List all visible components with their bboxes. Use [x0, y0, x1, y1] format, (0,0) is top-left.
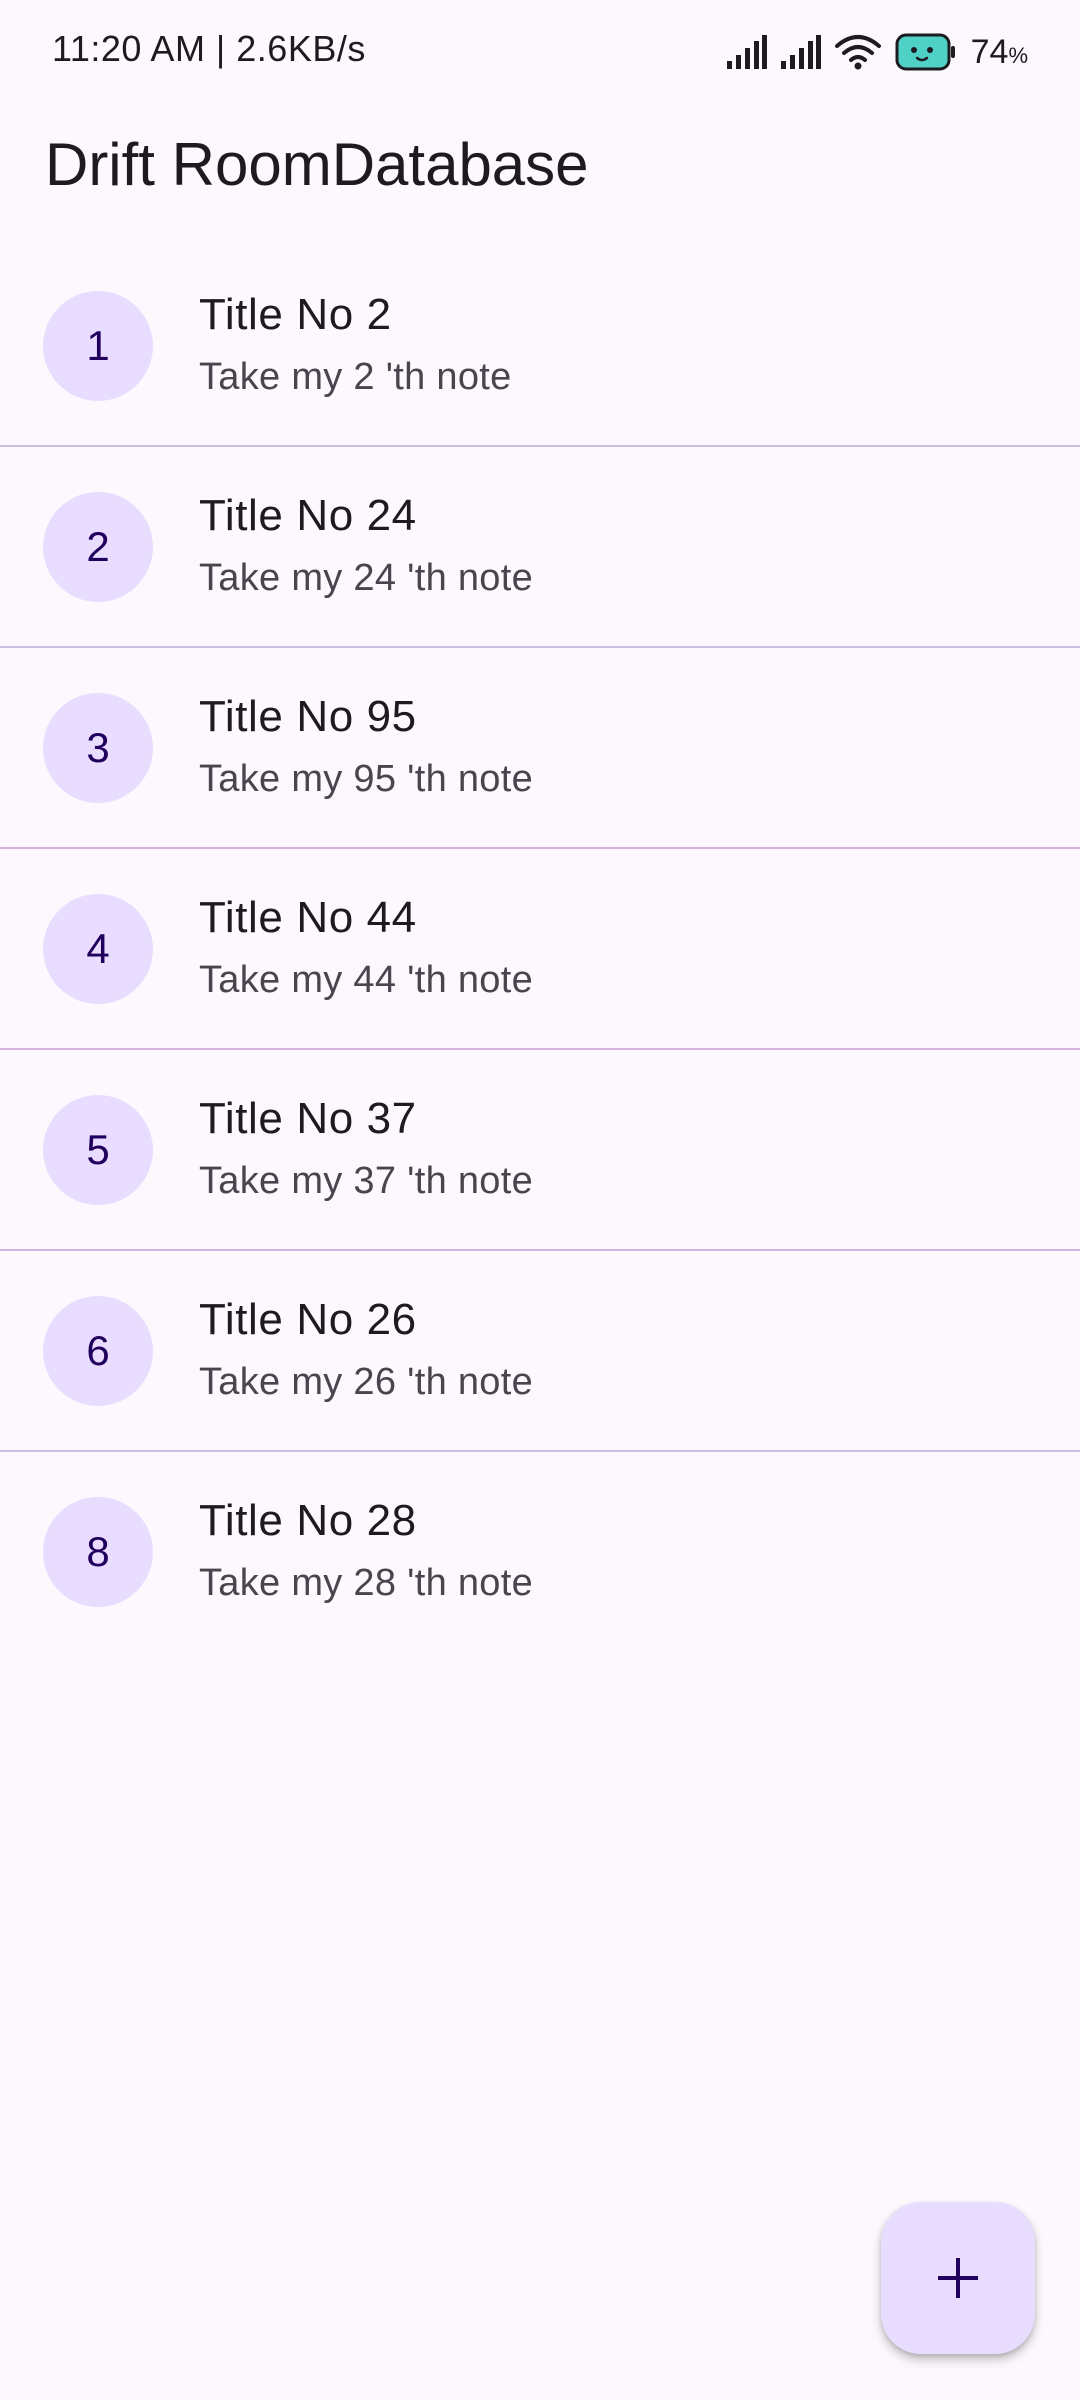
note-index-avatar: 4: [43, 894, 153, 1004]
note-index-avatar: 8: [43, 1497, 153, 1607]
note-list-item[interactable]: 8 Title No 28 Take my 28 'th note: [0, 1452, 1080, 1651]
note-title: Title No 28: [199, 1496, 417, 1545]
note-title: Title No 2: [199, 290, 392, 339]
status-bar: 11:20 AM | 2.6KB/s 74%: [0, 0, 1080, 100]
note-index-avatar: 2: [43, 492, 153, 602]
note-index-avatar: 3: [43, 693, 153, 803]
status-time: 11:20 AM | 2.6KB/s: [52, 28, 366, 69]
note-title: Title No 26: [199, 1295, 417, 1344]
note-index-avatar: 1: [43, 291, 153, 401]
note-title: Title No 95: [199, 692, 417, 741]
note-list-item[interactable]: 4 Title No 44 Take my 44 'th note: [0, 849, 1080, 1050]
battery-percentage: 74%: [970, 32, 1028, 71]
add-note-button[interactable]: [881, 2202, 1035, 2354]
cellular-signal-icon: [726, 35, 767, 69]
note-subtitle: Take my 95 'th note: [199, 758, 534, 800]
note-list-item[interactable]: 3 Title No 95 Take my 95 'th note: [0, 648, 1080, 849]
note-subtitle: Take my 26 'th note: [199, 1361, 534, 1403]
wifi-icon: [834, 35, 881, 70]
status-icons: 74%: [726, 28, 1028, 76]
note-subtitle: Take my 24 'th note: [199, 557, 534, 599]
cellular-signal-icon: [780, 35, 821, 69]
note-title: Title No 44: [199, 893, 417, 942]
note-title: Title No 37: [199, 1094, 417, 1143]
note-title: Title No 24: [199, 491, 417, 540]
note-list-item[interactable]: 1 Title No 2 Take my 2 'th note: [0, 246, 1080, 447]
note-list-item[interactable]: 6 Title No 26 Take my 26 'th note: [0, 1251, 1080, 1452]
note-subtitle: Take my 37 'th note: [199, 1160, 534, 1202]
note-subtitle: Take my 2 'th note: [199, 356, 512, 398]
page-title: Drift RoomDatabase: [45, 131, 589, 198]
battery-icon: [895, 33, 955, 71]
note-list-item[interactable]: 5 Title No 37 Take my 37 'th note: [0, 1050, 1080, 1251]
note-subtitle: Take my 44 'th note: [199, 959, 534, 1001]
note-index-avatar: 5: [43, 1095, 153, 1205]
note-list: 1 Title No 2 Take my 2 'th note 2 Title …: [0, 246, 1080, 1651]
note-index-avatar: 6: [43, 1296, 153, 1406]
plus-icon: [938, 2258, 978, 2298]
note-list-item[interactable]: 2 Title No 24 Take my 24 'th note: [0, 447, 1080, 648]
note-subtitle: Take my 28 'th note: [199, 1562, 534, 1604]
